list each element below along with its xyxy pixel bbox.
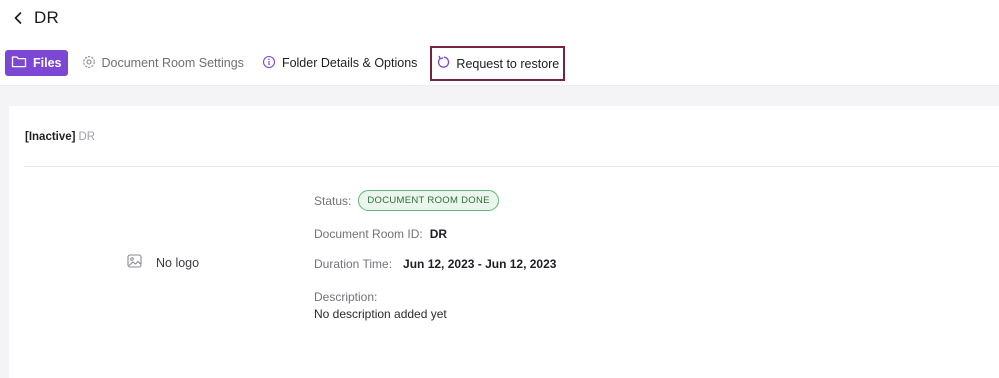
folder-icon [11,55,27,71]
tab-files-label: Files [33,56,62,70]
room-id-value: DR [429,227,448,241]
page-header: DR [14,6,59,30]
gear-icon [82,55,96,72]
duration-label: Duration Time: [314,257,393,271]
request-to-restore-button[interactable]: Request to restore [430,46,566,81]
request-to-restore-label: Request to restore [456,56,560,71]
page-title: DR [34,8,59,27]
status-row: Status: DOCUMENT ROOM DONE [314,190,499,211]
status-badge: DOCUMENT ROOM DONE [358,190,499,211]
tab-bar: Files Document Room Settings Folder Deta… [5,46,566,81]
top-bar: DR Files Document Room Settings Folder D… [0,0,999,86]
no-logo-text: No logo [156,255,200,270]
divider [25,166,999,167]
image-icon [127,254,142,271]
document-room-card: [Inactive] DR No logo Status: DOCUMENT RO… [9,106,999,378]
description-value-row: No description added yet [314,307,447,321]
duration-value: Jun 12, 2023 - Jun 12, 2023 [403,257,557,271]
room-id-row: Document Room ID: DR [314,227,447,241]
chevron-left-icon[interactable] [14,10,24,26]
room-id-label: Document Room ID: [314,227,423,241]
room-name: DR [78,131,96,143]
info-icon [262,55,276,72]
tab-details-label: Folder Details & Options [281,56,418,70]
status-label: Status: [314,193,352,208]
logo-placeholder: No logo [127,254,199,271]
inactive-tag: [Inactive] [25,131,76,143]
tab-settings-label: Document Room Settings [101,56,244,70]
description-label-row: Description: [314,290,377,304]
tab-document-room-settings[interactable]: Document Room Settings [82,50,244,76]
tab-files[interactable]: Files [5,50,68,76]
duration-row: Duration Time: Jun 12, 2023 - Jun 12, 20… [314,257,556,271]
card-header: [Inactive] DR [25,131,95,143]
restore-icon [436,55,450,72]
description-value: No description added yet [314,307,447,321]
description-label: Description: [314,290,378,304]
tab-folder-details[interactable]: Folder Details & Options [262,50,417,76]
